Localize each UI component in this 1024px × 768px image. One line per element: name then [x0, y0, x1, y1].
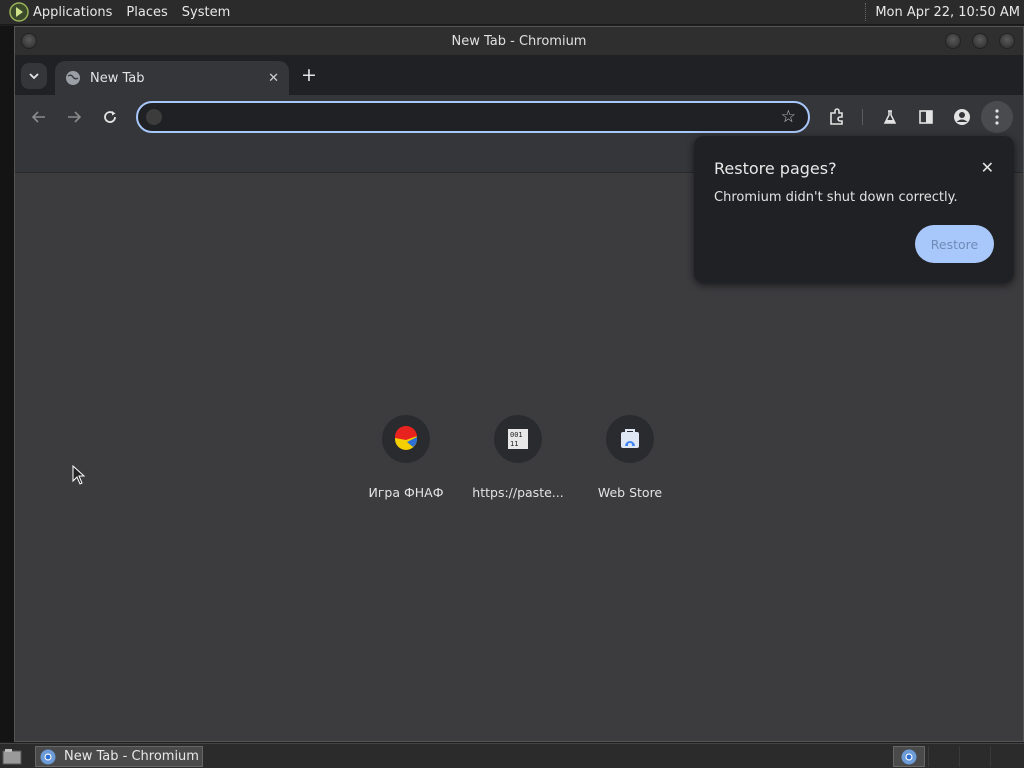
address-bar[interactable]: ☆	[136, 101, 810, 133]
show-desktop-icon[interactable]	[2, 748, 22, 765]
window-menu-button[interactable]	[21, 33, 37, 49]
mouse-cursor-icon	[72, 465, 86, 485]
new-tab-button[interactable]: +	[299, 65, 319, 85]
labs-flask-icon[interactable]	[880, 107, 900, 127]
workspace-3[interactable]	[959, 746, 989, 767]
restore-button[interactable]: Restore	[915, 225, 994, 263]
reload-icon[interactable]	[100, 107, 120, 127]
taskbar: New Tab - Chromium	[0, 743, 1024, 768]
omnibox-input[interactable]	[170, 107, 770, 127]
chromium-icon	[901, 749, 917, 764]
panel-separator	[865, 3, 867, 21]
site-info-icon[interactable]	[146, 109, 162, 125]
shortcut-tile[interactable]: Игра ФНАФ	[358, 415, 454, 500]
bookmark-star-icon[interactable]: ☆	[781, 107, 796, 127]
chevron-down-icon	[29, 73, 39, 80]
globe-icon	[66, 71, 80, 85]
shortcut-tile[interactable]: 001 11 https://paste...	[470, 415, 566, 500]
minimize-button[interactable]	[945, 33, 961, 49]
menu-places[interactable]: Places	[126, 5, 167, 20]
toolbar-divider	[862, 109, 863, 125]
maximize-button[interactable]	[972, 33, 988, 49]
side-panel-icon[interactable]	[916, 107, 936, 127]
close-window-button[interactable]	[999, 33, 1015, 49]
tab-strip: New Tab ✕ +	[15, 55, 1023, 95]
shortcut-label: Игра ФНАФ	[368, 485, 444, 500]
shortcut-icon-circle	[606, 415, 654, 463]
top-panel: Applications Places System Mon Apr 22, 1…	[0, 0, 1024, 25]
svg-text:001: 001	[510, 431, 523, 439]
tab-title: New Tab	[90, 70, 145, 86]
tray-chromium[interactable]	[893, 746, 925, 767]
shortcut-label: https://paste...	[472, 485, 564, 500]
shortcut-tile[interactable]: Web Store	[582, 415, 678, 500]
taskbar-window-label: New Tab - Chromium	[64, 749, 199, 764]
window-title: New Tab - Chromium	[451, 33, 587, 49]
chromium-icon	[40, 749, 56, 764]
shortcut-label: Web Store	[597, 485, 663, 500]
desktop-left-edge	[0, 26, 14, 742]
workspace-2[interactable]	[928, 746, 958, 767]
clock[interactable]: Mon Apr 22, 10:50 AM	[875, 5, 1020, 20]
shortcut-icon-circle: 001 11	[494, 415, 542, 463]
workspace-4[interactable]	[990, 746, 1020, 767]
web-store-icon	[621, 429, 639, 448]
tab-search-button[interactable]	[21, 63, 47, 89]
kebab-menu-icon[interactable]	[981, 101, 1013, 133]
browser-window: New Tab - Chromium New Tab ✕ + ☆ Игра ФН…	[14, 26, 1024, 742]
restore-title: Restore pages?	[714, 159, 837, 178]
window-titlebar[interactable]: New Tab - Chromium	[15, 27, 1023, 55]
back-icon[interactable]	[29, 107, 49, 127]
forward-icon[interactable]	[64, 107, 84, 127]
profile-avatar-icon[interactable]	[952, 107, 972, 127]
restore-pages-bubble: Restore pages? ✕ Chromium didn't shut do…	[694, 136, 1014, 283]
tab-new-tab[interactable]: New Tab ✕	[55, 61, 289, 95]
extensions-icon[interactable]	[827, 107, 847, 127]
taskbar-window-item[interactable]: New Tab - Chromium	[35, 746, 203, 767]
binary-file-icon: 001 11	[508, 429, 528, 449]
shortcut-icon-circle	[382, 415, 430, 463]
browser-toolbar: ☆	[15, 95, 1023, 139]
restore-message: Chromium didn't shut down correctly.	[714, 190, 958, 205]
distro-logo-icon[interactable]	[9, 2, 29, 22]
menu-applications[interactable]: Applications	[33, 5, 112, 20]
menu-system[interactable]: System	[182, 5, 230, 20]
game-icon	[394, 426, 418, 450]
close-tab-icon[interactable]: ✕	[268, 71, 279, 86]
svg-text:11: 11	[510, 440, 518, 448]
close-bubble-icon[interactable]: ✕	[981, 158, 994, 177]
